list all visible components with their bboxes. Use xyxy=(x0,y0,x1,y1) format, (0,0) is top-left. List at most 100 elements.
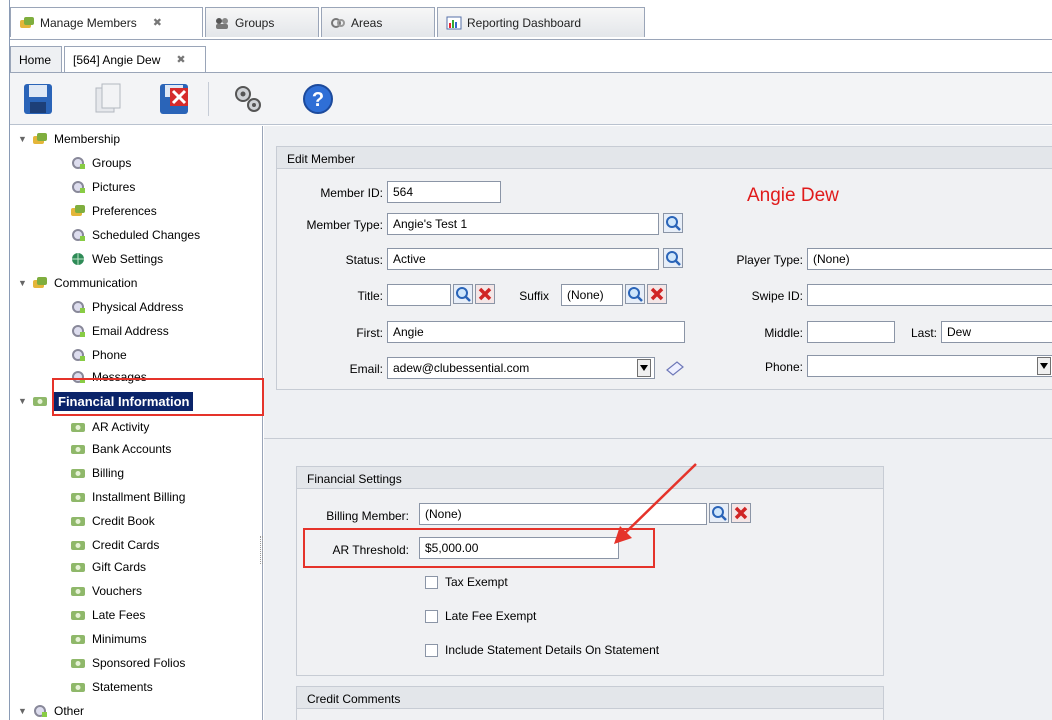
title-search-button[interactable] xyxy=(453,284,473,304)
clear-icon xyxy=(475,284,495,304)
collapse-arrow-icon[interactable]: ▼ xyxy=(18,396,32,406)
phone-dropdown-button[interactable] xyxy=(1037,357,1051,375)
tree-item-ar-activity[interactable]: AR Activity xyxy=(70,416,149,438)
money-icon xyxy=(71,659,85,668)
tree-item-email-address[interactable]: Email Address xyxy=(70,320,169,342)
tree-item-physical-address[interactable]: Physical Address xyxy=(70,296,183,318)
svg-text:?: ? xyxy=(312,89,324,111)
tab-reporting-dashboard-label: Reporting Dashboard xyxy=(467,15,582,30)
money-icon xyxy=(71,445,85,454)
tree-item-gift-cards[interactable]: Gift Cards xyxy=(70,556,146,578)
tree-node-membership[interactable]: ▼ Membership xyxy=(18,128,120,150)
swipe-id-field[interactable] xyxy=(807,284,1052,306)
tree-item-preferences[interactable]: Preferences xyxy=(70,200,157,222)
money-icon xyxy=(71,493,85,502)
billing-member-search-button[interactable] xyxy=(709,503,729,523)
title-field[interactable] xyxy=(387,284,451,306)
tree-item-statements[interactable]: Statements xyxy=(70,676,153,698)
gear-icon xyxy=(34,705,47,717)
suffix-clear-button[interactable] xyxy=(647,284,667,304)
status-field[interactable]: Active xyxy=(387,248,659,270)
tab-home[interactable]: Home xyxy=(10,46,62,72)
document-tab-strip: Home [564] Angie Dew ✖ xyxy=(10,46,208,72)
late-fee-exempt-checkbox[interactable] xyxy=(425,610,438,623)
tree-label: Statements xyxy=(92,680,153,694)
tree-label: Sponsored Folios xyxy=(92,656,186,670)
player-type-field[interactable]: (None) xyxy=(807,248,1052,270)
credit-comments-panel: Credit Comments xyxy=(296,686,884,720)
clear-icon xyxy=(731,503,751,523)
tab-groups[interactable]: Groups xyxy=(205,7,319,37)
copy-icon xyxy=(95,83,121,113)
tree-item-credit-book[interactable]: Credit Book xyxy=(70,510,155,532)
money-icon xyxy=(71,587,85,596)
phone-field[interactable] xyxy=(807,355,1052,377)
tree-item-minimums[interactable]: Minimums xyxy=(70,628,147,650)
tree-node-communication[interactable]: ▼ Communication xyxy=(18,272,137,294)
chevron-down-icon xyxy=(1040,363,1048,369)
collapse-arrow-icon[interactable]: ▼ xyxy=(18,134,32,144)
tree-label: Credit Book xyxy=(92,514,155,528)
splitter-handle[interactable] xyxy=(260,536,263,564)
suffix-search-button[interactable] xyxy=(625,284,645,304)
save-button[interactable] xyxy=(20,80,56,118)
include-statement-details-checkbox[interactable] xyxy=(425,644,438,657)
first-name-field[interactable]: Angie xyxy=(387,321,685,343)
tree-item-groups[interactable]: Groups xyxy=(70,152,131,174)
copy-button[interactable] xyxy=(90,80,126,118)
search-icon xyxy=(663,213,683,233)
tree-item-vouchers[interactable]: Vouchers xyxy=(70,580,142,602)
tree-item-bank-accounts[interactable]: Bank Accounts xyxy=(70,438,171,460)
late-fee-exempt-label: Late Fee Exempt xyxy=(445,609,537,623)
member-type-search-button[interactable] xyxy=(663,213,683,233)
member-id-label: Member ID: xyxy=(320,186,383,200)
tab-areas[interactable]: Areas xyxy=(321,7,435,37)
tax-exempt-checkbox[interactable] xyxy=(425,576,438,589)
member-id-field[interactable]: 564 xyxy=(387,181,501,203)
email-label: Email: xyxy=(349,362,383,376)
billing-member-label: Billing Member: xyxy=(326,509,409,523)
include-statement-details-label: Include Statement Details On Statement xyxy=(445,643,660,657)
tree-label: AR Activity xyxy=(92,420,150,434)
swipe-id-label: Swipe ID: xyxy=(751,289,803,303)
last-name-field[interactable]: Dew xyxy=(941,321,1052,343)
tree-item-installment-billing[interactable]: Installment Billing xyxy=(70,486,185,508)
email-field[interactable]: adew@clubessential.com xyxy=(387,357,655,379)
tree-node-other[interactable]: ▼ Other xyxy=(18,700,84,720)
panel-title: Credit Comments xyxy=(297,687,883,709)
tab-manage-members[interactable]: Manage Members ✖ xyxy=(10,7,203,37)
delete-button[interactable] xyxy=(156,80,192,118)
tree-item-web-settings[interactable]: Web Settings xyxy=(70,248,163,270)
title-label: Title: xyxy=(357,289,383,303)
suffix-field[interactable]: (None) xyxy=(561,284,623,306)
tree-item-phone[interactable]: Phone xyxy=(70,344,127,366)
email-dropdown-button[interactable] xyxy=(637,359,651,377)
status-search-button[interactable] xyxy=(663,248,683,268)
title-clear-button[interactable] xyxy=(475,284,495,304)
areas-icon xyxy=(330,16,346,30)
tree-item-late-fees[interactable]: Late Fees xyxy=(70,604,145,626)
tree-item-sponsored-folios[interactable]: Sponsored Folios xyxy=(70,652,185,674)
last-name-label: Last: xyxy=(910,326,937,340)
tree-label: Other xyxy=(54,704,85,718)
send-email-button[interactable] xyxy=(665,358,685,378)
tree-item-billing[interactable]: Billing xyxy=(70,462,124,484)
collapse-arrow-icon[interactable]: ▼ xyxy=(18,706,32,716)
settings-button[interactable] xyxy=(230,80,266,118)
tab-member-record[interactable]: [564] Angie Dew ✖ xyxy=(64,46,206,72)
section-divider xyxy=(264,438,1052,439)
toolbar: ? xyxy=(10,73,1052,125)
close-icon[interactable]: ✖ xyxy=(153,16,162,29)
members-icon xyxy=(19,16,35,30)
middle-name-field[interactable] xyxy=(807,321,895,343)
gear-icon xyxy=(72,181,85,193)
tree-item-pictures[interactable]: Pictures xyxy=(70,176,135,198)
member-type-field[interactable]: Angie's Test 1 xyxy=(387,213,659,235)
collapse-arrow-icon[interactable]: ▼ xyxy=(18,278,32,288)
help-button[interactable]: ? xyxy=(300,80,336,118)
tab-reporting-dashboard[interactable]: Reporting Dashboard xyxy=(437,7,645,37)
tree-item-credit-cards[interactable]: Credit Cards xyxy=(70,534,159,556)
tree-item-scheduled-changes[interactable]: Scheduled Changes xyxy=(70,224,200,246)
billing-member-clear-button[interactable] xyxy=(731,503,751,523)
close-icon[interactable]: ✖ xyxy=(176,53,185,66)
